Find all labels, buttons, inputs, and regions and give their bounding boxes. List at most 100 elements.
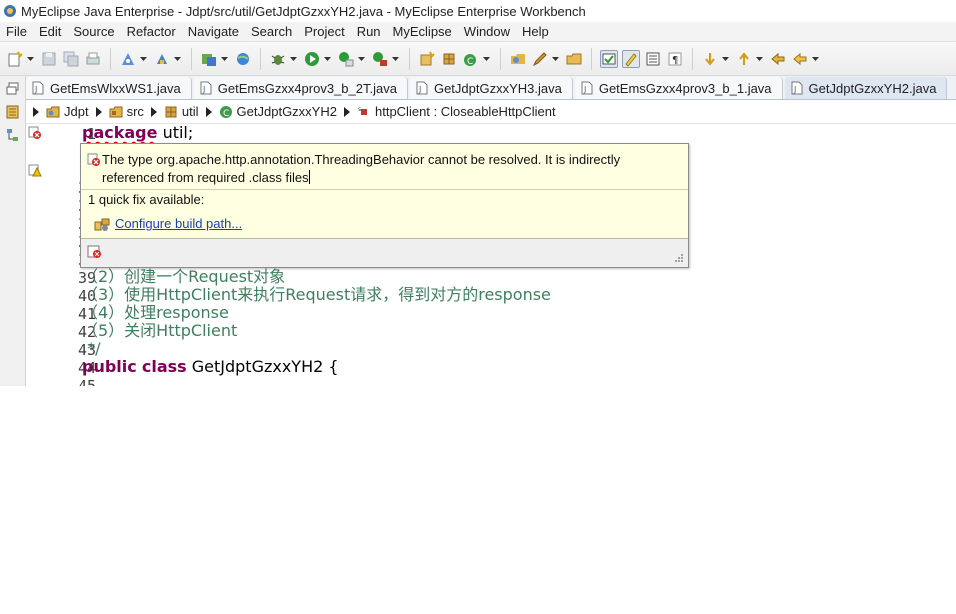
svg-text:J: J — [583, 85, 586, 94]
new-dropdown-icon[interactable] — [26, 50, 34, 68]
svg-text:s: s — [358, 106, 361, 113]
print-icon[interactable] — [84, 50, 102, 68]
restore-icon[interactable] — [5, 82, 21, 96]
breadcrumb-jdpt[interactable]: Jdpt — [32, 104, 89, 119]
tab-getemsgzxx4prov3-b-1[interactable]: J GetEmsGzxx4prov3_b_1.java — [574, 77, 783, 99]
tab-getemsgzxx4prov3-b-2t[interactable]: J GetEmsGzxx4prov3_b_2T.java — [193, 77, 408, 99]
problem-message-line2: referenced from required .class files — [102, 169, 662, 187]
myeclipse-app-icon — [4, 5, 16, 17]
last-edit-location-icon[interactable] — [769, 50, 787, 68]
menu-navigate[interactable]: Navigate — [182, 24, 245, 39]
tab-getjdptgzxxyh2[interactable]: J GetJdptGzxxYH2.java — [784, 77, 948, 99]
left-trim-stack — [0, 76, 26, 386]
previous-annotation-dropdown-icon[interactable] — [755, 50, 763, 68]
new-icon[interactable] — [6, 50, 24, 68]
chevron-right-icon — [95, 106, 102, 117]
tab-label: GetJdptGzxxYH3.java — [433, 80, 562, 96]
save-icon[interactable] — [40, 50, 58, 68]
package-icon — [165, 106, 177, 117]
external-tools-dropdown-icon[interactable] — [391, 50, 399, 68]
breadcrumb-field[interactable]: s httpClient : CloseableHttpClient — [343, 104, 556, 119]
menu-refactor[interactable]: Refactor — [121, 24, 182, 39]
tab-label: GetEmsWlxxWS1.java — [50, 80, 181, 96]
warning-marker-icon[interactable] — [28, 164, 42, 178]
previous-annotation-icon[interactable] — [735, 50, 753, 68]
error-marker-icon[interactable] — [28, 126, 42, 140]
new-class-icon[interactable]: C — [462, 50, 480, 68]
run-icon[interactable] — [303, 50, 321, 68]
problem-hover-popup[interactable]: The type org.apache.http.annotation.Thre… — [80, 143, 689, 268]
next-annotation-dropdown-icon[interactable] — [721, 50, 729, 68]
debug-icon[interactable] — [269, 50, 287, 68]
svg-text:J: J — [793, 85, 796, 94]
server-icon[interactable] — [153, 50, 171, 68]
problems-view-icon[interactable] — [87, 245, 103, 259]
open-type-icon[interactable] — [200, 50, 218, 68]
hierarchy-icon[interactable] — [5, 128, 21, 142]
package-explorer-icon[interactable] — [5, 105, 21, 119]
menu-myeclipse[interactable]: MyEclipse — [387, 24, 458, 39]
deploy-icon[interactable] — [119, 50, 137, 68]
breadcrumb-src[interactable]: src — [95, 104, 144, 119]
next-annotation-icon[interactable] — [701, 50, 719, 68]
tool-pencil-dropdown-icon[interactable] — [551, 50, 559, 68]
menu-source[interactable]: Source — [67, 24, 120, 39]
save-all-icon[interactable] — [62, 50, 80, 68]
svg-text:J: J — [202, 85, 205, 94]
menu-search[interactable]: Search — [245, 24, 298, 39]
tab-getemswlxxws1[interactable]: J GetEmsWlxxWS1.java — [26, 77, 192, 99]
chevron-right-icon — [343, 106, 350, 117]
deploy-dropdown-icon[interactable] — [139, 50, 147, 68]
tool-pencil-icon[interactable] — [531, 50, 549, 68]
menu-file[interactable]: File — [0, 24, 33, 39]
breadcrumb-label: util — [181, 104, 199, 119]
breadcrumb-label: src — [126, 104, 144, 119]
back-dropdown-icon[interactable] — [811, 50, 819, 68]
source-folder-icon — [109, 106, 123, 117]
code-line: （2）创建一个Request对象 — [82, 268, 285, 286]
configure-build-path-link[interactable]: Configure build path... — [115, 216, 242, 231]
code-keyword: public — [82, 357, 137, 376]
menu-run[interactable]: Run — [351, 24, 387, 39]
new-class-dropdown-icon[interactable] — [482, 50, 490, 68]
menu-window[interactable]: Window — [458, 24, 516, 39]
show-whitespace-icon[interactable]: ¶ — [666, 50, 684, 68]
line-number: 45 — [77, 377, 96, 386]
debug-dropdown-icon[interactable] — [289, 50, 297, 68]
run-dropdown-icon[interactable] — [323, 50, 331, 68]
run-config-icon[interactable] — [337, 50, 355, 68]
server-dropdown-icon[interactable] — [173, 50, 181, 68]
menu-edit[interactable]: Edit — [33, 24, 67, 39]
mark-occurrences-icon[interactable] — [622, 49, 640, 68]
back-icon[interactable] — [791, 50, 809, 68]
problem-message-line1: The type org.apache.http.annotation.Thre… — [102, 152, 621, 167]
code-line: （5）关闭HttpClient — [82, 322, 237, 340]
resize-grip-icon[interactable] — [674, 253, 684, 263]
breadcrumb-class[interactable]: C GetJdptGzxxYH2 — [205, 104, 337, 119]
external-tools-icon[interactable] — [371, 50, 389, 68]
open-type-dropdown-icon[interactable] — [220, 50, 228, 68]
code-comment: （5）关闭HttpClient — [82, 321, 238, 340]
open-project-icon[interactable] — [565, 50, 583, 68]
tab-label: GetJdptGzxxYH2.java — [808, 80, 937, 96]
class-icon: C — [219, 105, 232, 119]
breadcrumb-label: GetJdptGzxxYH2 — [236, 104, 337, 119]
toolbar-separator — [591, 47, 592, 70]
open-folder-icon[interactable] — [509, 50, 527, 68]
run-config-dropdown-icon[interactable] — [357, 50, 365, 68]
svg-text:C: C — [467, 57, 473, 67]
menu-help[interactable]: Help — [516, 24, 555, 39]
toggle-breadcrumb-icon[interactable] — [600, 49, 618, 68]
menu-project[interactable]: Project — [298, 24, 350, 39]
new-package-icon[interactable] — [440, 50, 458, 68]
tab-getjdptgzxxyh3[interactable]: J GetJdptGzxxYH3.java — [409, 77, 573, 99]
error-icon — [87, 153, 100, 166]
svg-text:C: C — [223, 109, 229, 119]
breadcrumb-util[interactable]: util — [150, 104, 199, 119]
code-keyword: class — [141, 357, 187, 376]
toolbar-separator — [110, 47, 111, 70]
new-java-project-icon[interactable] — [418, 50, 436, 68]
svg-text:J: J — [34, 85, 37, 94]
browser-icon[interactable] — [234, 50, 252, 68]
block-selection-icon[interactable] — [644, 50, 662, 68]
